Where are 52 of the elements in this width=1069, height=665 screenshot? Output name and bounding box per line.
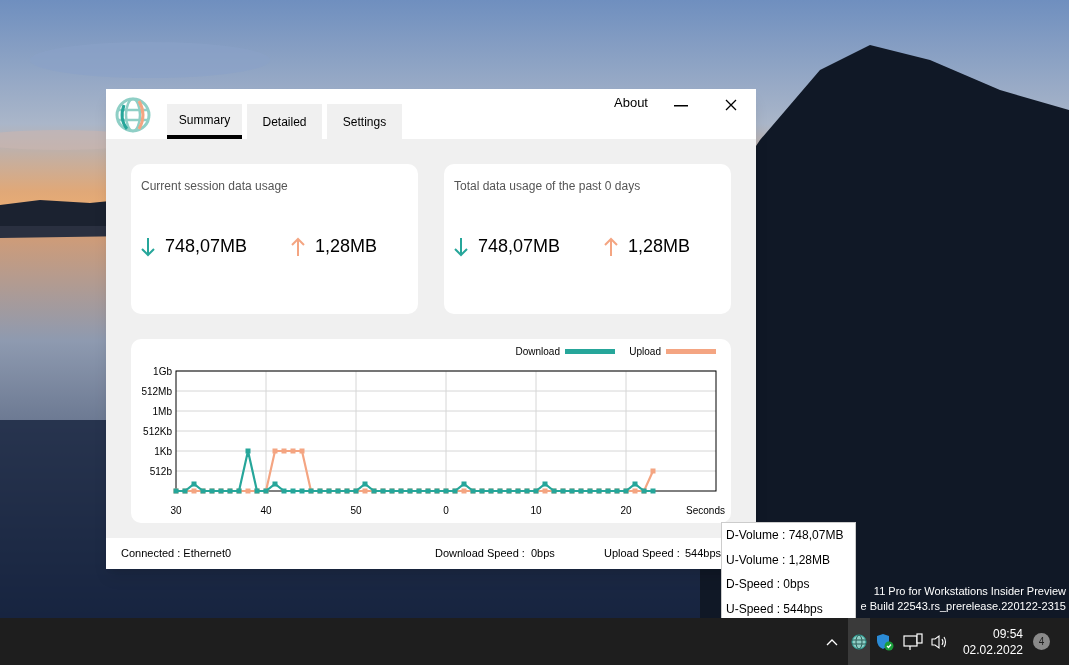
download-volume: 748,07MB	[165, 235, 249, 258]
minimize-icon[interactable]	[674, 105, 688, 107]
axis-tick-label: 10	[530, 505, 542, 516]
clock-time[interactable]: 09:54	[992, 625, 1023, 642]
clock-date[interactable]: 02.02.2022	[962, 641, 1023, 658]
axis-tick-label: 512b	[149, 465, 172, 477]
upload-volume: 1,28MB	[315, 235, 378, 258]
tab[interactable]: Summary	[167, 104, 242, 139]
axis-tick-label: 20	[620, 505, 632, 516]
about-link[interactable]: About	[614, 93, 648, 113]
axis-tick-label: 512Kb	[143, 425, 172, 437]
axis-tick-label: 512Mb	[141, 385, 172, 397]
globe-icon	[850, 633, 867, 650]
download-speed-value: 0bps	[531, 546, 555, 562]
legend-label: Download	[515, 346, 560, 357]
tooltip-line: D-Volume : 748,07MB	[726, 527, 845, 545]
card-title: Total data usage of the past 0 days	[454, 178, 642, 195]
axis-tick-label: 1Mb	[152, 405, 172, 417]
tooltip-line: D-Speed : 0bps	[726, 576, 811, 594]
network-icon[interactable]	[902, 632, 923, 651]
axis-tick-label: 50	[350, 505, 362, 516]
axis-tick-label: 0	[443, 505, 449, 516]
tray-item[interactable]	[847, 618, 870, 665]
tooltip-line: U-Volume : 1,28MB	[726, 551, 832, 569]
upload-volume: 1,28MB	[628, 235, 691, 258]
arrow-up-icon	[604, 236, 618, 257]
shield-icon[interactable]	[875, 632, 894, 651]
connection-status: Connected : Ethernet0	[121, 546, 232, 562]
arrow-up-icon	[291, 236, 305, 257]
axis-tick-label: 1Gb	[153, 365, 172, 377]
legend-label: Upload	[629, 346, 661, 357]
globe-icon	[115, 97, 151, 133]
tab[interactable]: Settings	[327, 104, 402, 139]
speaker-icon[interactable]	[930, 633, 949, 650]
axis-tick-label: 1Kb	[154, 445, 172, 457]
watermark-text: e Build 22543.rs_prerelease.220122-2315	[860, 599, 1066, 614]
download-volume: 748,07MB	[478, 235, 562, 258]
upload-speed-value: 544bps	[685, 546, 722, 562]
upload-speed-label: Upload Speed :	[604, 546, 680, 562]
notification-badge[interactable]: 4	[1033, 633, 1050, 650]
close-icon[interactable]	[725, 99, 737, 111]
axis-tick-label: 40	[260, 505, 272, 516]
watermark-text: 11 Pro for Workstations Insider Preview	[872, 584, 1066, 599]
tab[interactable]: Detailed	[247, 104, 322, 139]
arrow-down-icon	[454, 236, 468, 257]
download-speed-label: Download Speed :	[435, 546, 525, 562]
chevron-up-icon[interactable]	[825, 637, 838, 646]
axis-title: Seconds	[686, 505, 725, 516]
arrow-down-icon	[141, 236, 155, 257]
axis-tick-label: 30	[170, 505, 182, 516]
card-title: Current session data usage	[141, 178, 289, 195]
tooltip-line: U-Speed : 544bps	[726, 600, 824, 618]
